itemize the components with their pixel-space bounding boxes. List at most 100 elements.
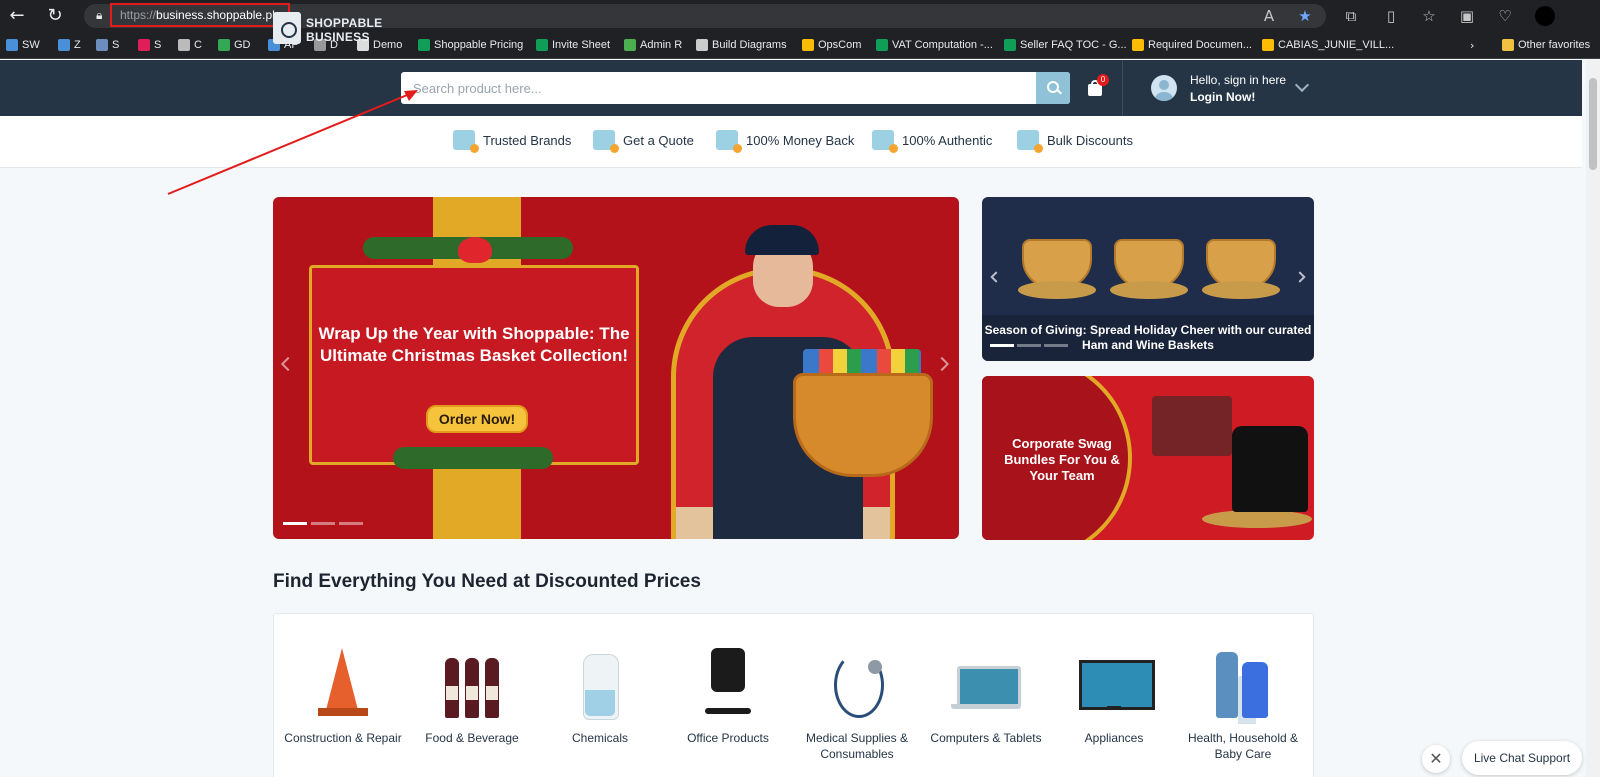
- category-chemicals[interactable]: Chemicals: [536, 648, 664, 746]
- lock-icon: 🔒︎: [96, 8, 103, 22]
- bookmark-item[interactable]: CABIAS_JUNIE_VILL...: [1262, 37, 1394, 53]
- scrollbar-thumb[interactable]: [1589, 78, 1597, 170]
- money-back-icon: [716, 130, 742, 153]
- split-screen-icon[interactable]: ▯: [1380, 5, 1402, 27]
- read-aloud-icon[interactable]: A: [1258, 5, 1280, 27]
- gaming-setup-image: [1152, 396, 1232, 456]
- user-avatar-icon[interactable]: [1151, 75, 1177, 101]
- value-prop-bulk-discounts[interactable]: Bulk Discounts: [1017, 130, 1133, 153]
- bookmark-item[interactable]: Shoppable Pricing: [418, 37, 523, 53]
- garland-decoration: [393, 447, 553, 469]
- category-food-beverage[interactable]: Food & Beverage: [408, 648, 536, 746]
- other-favorites[interactable]: Other favorites: [1502, 37, 1590, 53]
- bookmark-item[interactable]: S: [138, 37, 161, 53]
- bookmark-item[interactable]: OpsCom: [802, 37, 861, 53]
- category-computers[interactable]: Computers & Tablets: [922, 648, 1050, 746]
- reload-icon[interactable]: ↻: [44, 5, 66, 27]
- search-input[interactable]: [401, 72, 1037, 104]
- office-chair-icon: [693, 648, 763, 720]
- bookmark-item[interactable]: Build Diagrams: [696, 37, 787, 53]
- category-appliances[interactable]: Appliances: [1050, 648, 1178, 746]
- category-office-products[interactable]: Office Products: [664, 648, 792, 746]
- value-prop-get-quote[interactable]: Get a Quote: [593, 130, 694, 153]
- header-divider: [1122, 60, 1123, 116]
- bookmark-item[interactable]: Required Documen...: [1132, 37, 1252, 53]
- bookmark-item[interactable]: S: [96, 37, 119, 53]
- tv-icon: [1079, 648, 1155, 720]
- carousel-prev-icon[interactable]: [990, 271, 1002, 283]
- category-construction[interactable]: Construction & Repair: [279, 648, 407, 746]
- bookmark-item[interactable]: C: [178, 37, 202, 53]
- banner-swag-text: Corporate Swag Bundles For You & Your Te…: [1004, 436, 1120, 483]
- traffic-cone-icon: [308, 648, 378, 720]
- carousel-next-icon[interactable]: [1294, 271, 1306, 283]
- url-host: business.shoppable.ph: [156, 8, 279, 22]
- search-button[interactable]: [1036, 72, 1070, 104]
- favorite-star-icon[interactable]: ★: [1294, 5, 1316, 27]
- heart-icon[interactable]: ♡: [1494, 5, 1516, 27]
- carousel-dots: [990, 344, 1068, 347]
- banner-ham-wine-baskets[interactable]: Season of Giving: Spread Holiday Cheer w…: [982, 197, 1314, 361]
- carousel-dots: [283, 522, 363, 525]
- carousel-dot[interactable]: [339, 522, 363, 525]
- back-arrow-icon[interactable]: ←: [6, 5, 28, 27]
- close-chat-icon[interactable]: ✕: [1422, 745, 1450, 773]
- bookmark-item[interactable]: SW: [6, 37, 40, 53]
- category-health-household[interactable]: Health, Household & Baby Care: [1179, 648, 1307, 762]
- order-now-button[interactable]: Order Now!: [426, 405, 528, 433]
- collections-icon[interactable]: ▣: [1456, 5, 1478, 27]
- banner-headline: Wrap Up the Year with Shoppable: The Ult…: [318, 324, 630, 365]
- rfq-icon: [593, 130, 619, 153]
- login-link[interactable]: Login Now!: [1190, 90, 1255, 104]
- bookmark-item[interactable]: VAT Computation -...: [876, 37, 993, 53]
- sign-in-greeting[interactable]: Hello, sign in here: [1190, 73, 1286, 87]
- categories-title: Find Everything You Need at Discounted P…: [273, 571, 701, 592]
- chevron-right-icon[interactable]: ›: [1470, 37, 1474, 53]
- bookmarks-bar: SW Z S S C GD AP D Demo Shoppable Pricin…: [0, 31, 1600, 59]
- logo-line1: SHOPPABLE: [306, 16, 383, 30]
- bookmark-item[interactable]: Invite Sheet: [536, 37, 610, 53]
- bookmark-item[interactable]: Z: [58, 37, 81, 53]
- favorites-icon[interactable]: ☆: [1418, 5, 1440, 27]
- logo-line2: BUSINESS: [306, 30, 370, 44]
- carousel-next-icon[interactable]: [934, 356, 950, 372]
- carousel-dot[interactable]: [990, 344, 1014, 347]
- bow-decoration: [458, 237, 492, 263]
- url-highlight[interactable]: https://business.shoppable.ph: [110, 3, 290, 27]
- extensions-icon[interactable]: ⧉: [1340, 5, 1362, 27]
- chemical-jug-icon: [565, 648, 635, 720]
- carousel-dot[interactable]: [1044, 344, 1068, 347]
- shopping-bag-icon: [273, 12, 301, 44]
- hero-banner-christmas-basket[interactable]: Wrap Up the Year with Shoppable: The Ult…: [273, 197, 959, 539]
- live-chat-button[interactable]: Live Chat Support: [1462, 741, 1582, 775]
- value-props-bar: Trusted Brands Get a Quote 100% Money Ba…: [0, 116, 1582, 168]
- browser-toolbar: ← ↻ 🔒︎ https://business.shoppable.ph A ★…: [0, 0, 1600, 31]
- bookmark-item[interactable]: Seller FAQ TOC - G...: [1004, 37, 1127, 53]
- cart-count-badge: 0: [1097, 74, 1109, 86]
- bulk-discount-icon: [1017, 130, 1043, 153]
- banner-caption: Season of Giving: Spread Holiday Cheer w…: [982, 315, 1314, 361]
- url-scheme: https://: [120, 8, 157, 22]
- banner-corporate-swag[interactable]: Corporate Swag Bundles For You & Your Te…: [982, 376, 1314, 540]
- trusted-brands-icon: [453, 130, 479, 153]
- bookmark-item[interactable]: GD: [218, 37, 251, 53]
- cleaning-bottles-icon: [1208, 648, 1278, 720]
- value-prop-trusted-brands[interactable]: Trusted Brands: [453, 130, 571, 153]
- profile-avatar[interactable]: [1535, 6, 1555, 26]
- christmas-basket-image: [793, 373, 933, 477]
- carousel-dot[interactable]: [311, 522, 335, 525]
- value-prop-money-back[interactable]: 100% Money Back: [716, 130, 854, 153]
- laptop-icon: [951, 648, 1021, 720]
- carousel-dot[interactable]: [1017, 344, 1041, 347]
- tshirt-image: [1232, 426, 1308, 512]
- page-scrollbar[interactable]: [1586, 60, 1600, 777]
- bookmark-item[interactable]: Admin R: [624, 37, 682, 53]
- category-medical-supplies[interactable]: Medical Supplies & Consumables: [793, 648, 921, 762]
- shoppable-business-logo[interactable]: SHOPPABLE BUSINESS: [273, 10, 383, 46]
- value-prop-authentic[interactable]: 100% Authentic: [872, 130, 992, 153]
- authentic-icon: [872, 130, 898, 153]
- carousel-prev-icon[interactable]: [280, 356, 296, 372]
- stethoscope-icon: [822, 648, 892, 720]
- wine-bottles-icon: [437, 648, 507, 720]
- carousel-dot[interactable]: [283, 522, 307, 525]
